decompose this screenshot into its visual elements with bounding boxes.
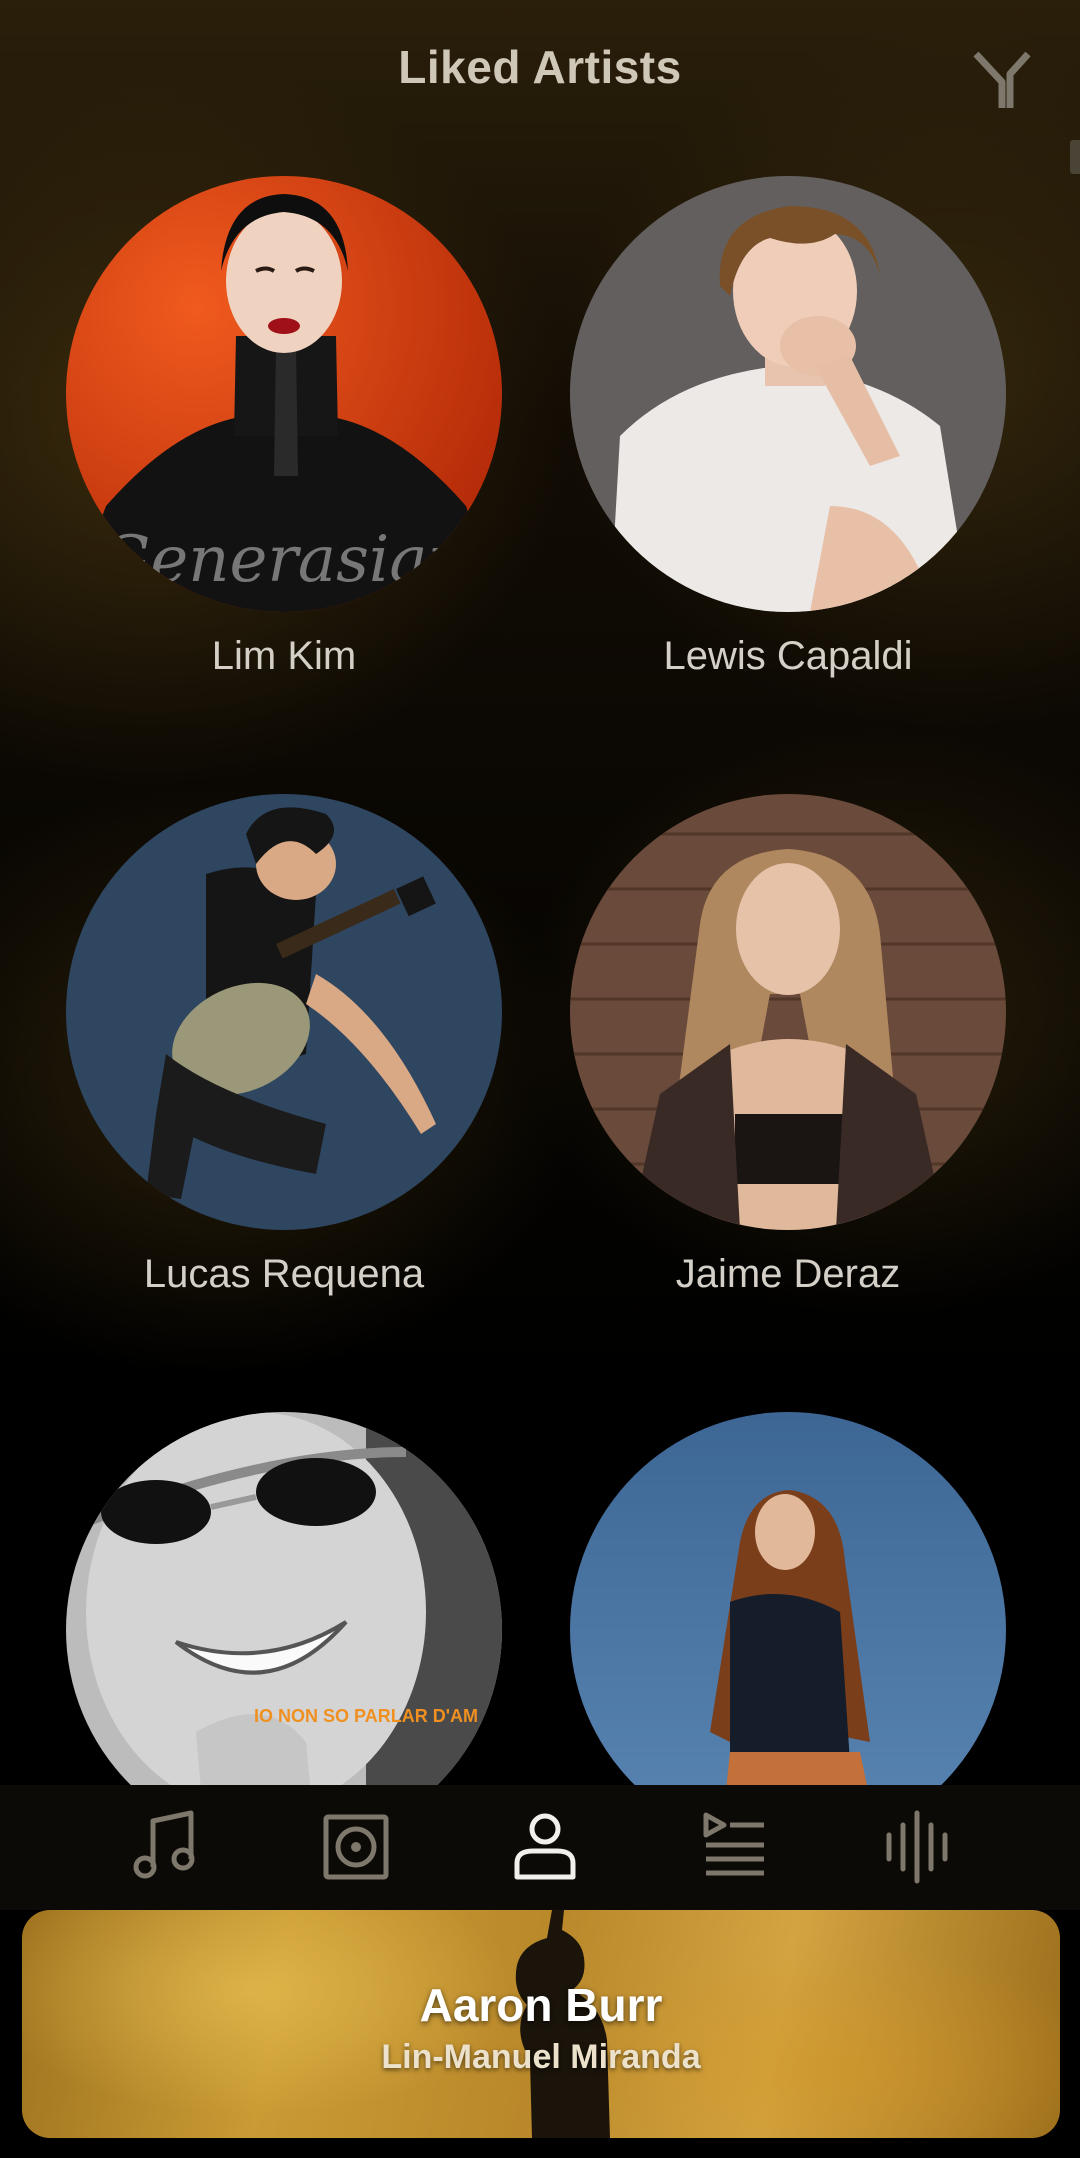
playlist-icon — [703, 1812, 764, 1876]
artist-avatar[interactable] — [570, 176, 1006, 612]
now-playing-bar[interactable]: Aaron Burr Lin-Manuel Miranda — [22, 1910, 1060, 2138]
artist-name[interactable]: Jaime Deraz — [568, 1252, 1008, 1297]
header: Liked Artists — [0, 0, 1080, 145]
artist-avatar[interactable] — [570, 794, 1006, 1230]
artist-card-6[interactable] — [568, 1412, 1008, 1785]
now-playing-artist[interactable]: Lin-Manuel Miranda — [22, 2038, 1060, 2077]
filter-button[interactable] — [972, 48, 1032, 112]
artist-grid[interactable]: Generasian Lim Kim Lewis Capaldi Lucas R… — [0, 0, 1080, 1785]
cover-text: IO NON SO PARLAR D'AM — [254, 1706, 478, 1726]
artist-card-lim-kim[interactable]: Generasian Lim Kim — [64, 176, 504, 679]
artist-card-lucas-requena[interactable]: Lucas Requena — [64, 794, 504, 1297]
artist-card-5[interactable]: IO NON SO PARLAR D'AM — [64, 1412, 504, 1785]
nav-genres[interactable] — [879, 1807, 959, 1887]
nav-artists[interactable] — [505, 1807, 585, 1887]
artist-avatar[interactable]: Generasian — [66, 176, 502, 612]
artist-name[interactable]: Lim Kim — [64, 634, 504, 679]
liked-artists-screen: Generasian Lim Kim Lewis Capaldi Lucas R… — [0, 0, 1080, 2158]
waveform-icon — [886, 1810, 948, 1884]
nav-albums[interactable] — [316, 1807, 396, 1887]
artist-avatar[interactable] — [66, 794, 502, 1230]
artist-name[interactable]: Lucas Requena — [64, 1252, 504, 1297]
artist-avatar[interactable] — [570, 1412, 1006, 1785]
scrollbar-thumb[interactable] — [1070, 140, 1080, 174]
now-playing-title[interactable]: Aaron Burr — [22, 1978, 1060, 2032]
page-title: Liked Artists — [398, 41, 682, 93]
filter-y-icon — [973, 51, 1031, 108]
artist-avatar[interactable]: IO NON SO PARLAR D'AM — [66, 1412, 502, 1785]
album-icon — [323, 1814, 389, 1880]
music-note-icon — [133, 1810, 195, 1879]
nav-playlists[interactable] — [694, 1807, 774, 1887]
artist-name[interactable]: Lewis Capaldi — [568, 634, 1008, 679]
bottom-navigation — [0, 1785, 1080, 1910]
artist-card-lewis-capaldi[interactable]: Lewis Capaldi — [568, 176, 1008, 679]
artist-card-jaime-deraz[interactable]: Jaime Deraz — [568, 794, 1008, 1297]
nav-songs[interactable] — [125, 1807, 205, 1887]
person-icon — [514, 1813, 576, 1880]
cover-text: Generasian — [99, 523, 469, 597]
